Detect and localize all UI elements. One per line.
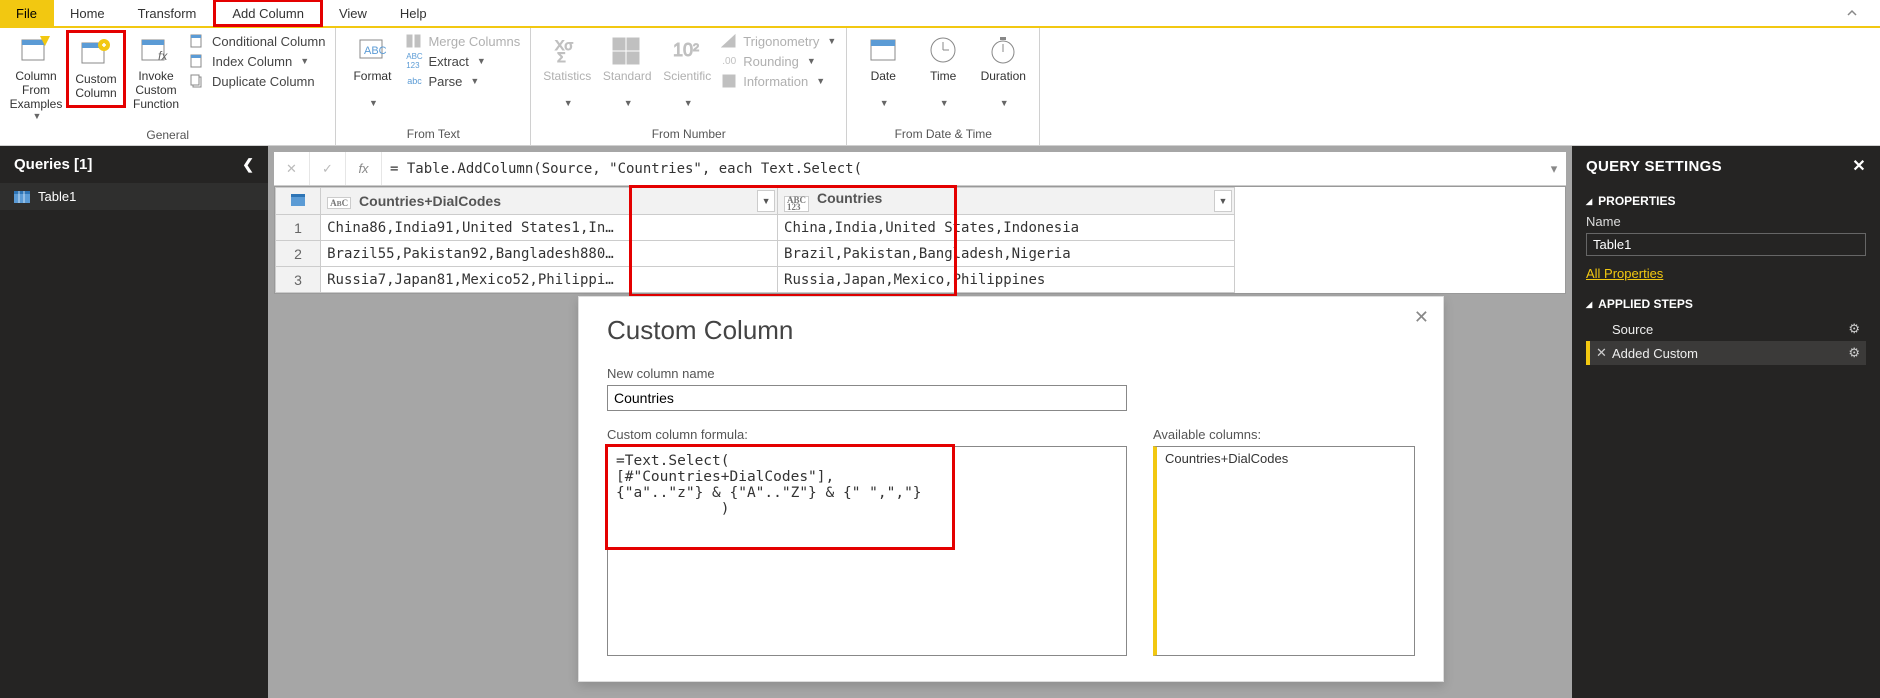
scientific-icon: 10² [671,34,703,66]
custom-column-dialog: ✕ Custom Column New column name Custom c… [578,296,1444,682]
column-from-examples-label: Column From Examples [8,70,64,111]
delete-step-icon[interactable]: ✕ [1596,345,1607,361]
custom-column-label: Custom Column [75,73,116,101]
conditional-column-button[interactable]: Conditional Column [188,32,327,50]
new-column-name-label: New column name [607,366,1415,381]
table-row[interactable]: 2 Brazil55,Pakistan92,Bangladesh880… Bra… [276,241,1235,267]
group-label-from-text: From Text [342,125,524,145]
tab-add-column[interactable]: Add Column [213,0,323,27]
type-text-icon: ABC [327,197,351,209]
standard-icon [611,34,643,66]
query-settings-close-button[interactable]: ✕ [1852,156,1866,176]
all-properties-link[interactable]: All Properties [1586,266,1663,281]
parse-icon: abc [406,73,422,89]
formula-fx-button[interactable]: fx [346,152,382,185]
tab-home[interactable]: Home [54,0,122,26]
duration-button[interactable]: Duration▼ [973,30,1033,112]
information-button: Information▼ [719,72,838,90]
date-icon [867,34,899,66]
available-columns-label: Available columns: [1153,427,1415,442]
column-from-examples-icon [20,34,52,66]
duration-icon [987,34,1019,66]
applied-steps-title: APPLIED STEPS [1598,297,1693,311]
merge-columns-icon [406,33,422,49]
tab-help[interactable]: Help [384,0,444,26]
svg-text:ABC: ABC [364,45,387,57]
gear-icon[interactable]: ⚙ [1848,345,1860,361]
query-item-label: Table1 [38,189,76,204]
grid-corner[interactable] [276,188,321,215]
custom-column-button[interactable]: Custom Column [66,30,126,108]
applied-step-added-custom[interactable]: ✕ Added Custom ⚙ [1586,341,1866,365]
query-settings-title: QUERY SETTINGS [1586,158,1722,175]
available-columns-list[interactable]: Countries+DialCodes [1153,446,1415,656]
queries-collapse-button[interactable]: ❮ [242,156,254,173]
tab-view[interactable]: View [323,0,384,26]
custom-formula-input[interactable]: =Text.Select( [#"Countries+DialCodes"], … [607,446,1127,656]
ribbon-collapse-toggle[interactable] [1829,0,1880,26]
merge-columns-button: Merge Columns [404,32,522,50]
table-row[interactable]: 3 Russia7,Japan81,Mexico52,Philippi… Rus… [276,267,1235,293]
gear-icon[interactable]: ⚙ [1848,321,1860,337]
custom-formula-label: Custom column formula: [607,427,1127,442]
tab-transform[interactable]: Transform [122,0,214,26]
dialog-close-button[interactable]: ✕ [1414,307,1429,328]
trigonometry-icon [721,33,737,49]
tab-file[interactable]: File [0,0,54,26]
date-button[interactable]: Date▼ [853,30,913,112]
invoke-custom-function-label: Invoke Custom Function [128,70,184,111]
svg-text:10²: 10² [673,40,699,60]
rounding-icon: .00 [721,53,737,69]
extract-icon: ABC123 [406,53,422,69]
duplicate-column-icon [190,73,206,89]
column-from-examples-button[interactable]: Column From Examples▼ [6,30,66,126]
statistics-button: XσΣ Statistics▼ [537,30,597,112]
svg-text:fx: fx [158,49,168,63]
trigonometry-button: Trigonometry▼ [719,32,838,50]
index-column-button[interactable]: Index Column▼ [188,52,327,70]
properties-section-title: PROPERTIES [1598,194,1675,208]
type-any-icon: ABC123 [784,196,809,212]
formula-expand-button[interactable]: ▾ [1542,161,1566,177]
query-name-input[interactable] [1586,233,1866,256]
index-column-icon [190,53,206,69]
available-column-item[interactable]: Countries+DialCodes [1165,451,1406,466]
extract-button[interactable]: ABC123 Extract▼ [404,52,522,70]
query-item-table1[interactable]: Table1 [0,183,268,210]
time-button[interactable]: Time▼ [913,30,973,112]
format-button[interactable]: ABC Format▼ [342,30,402,112]
duplicate-column-button[interactable]: Duplicate Column [188,72,327,90]
rounding-button: .00 Rounding▼ [719,52,838,70]
queries-panel-title: Queries [1] [14,156,92,173]
invoke-custom-function-icon: fx [140,34,172,66]
dialog-title: Custom Column [607,315,1415,346]
column-header-countries[interactable]: ABC123 Countries ▼ [778,188,1235,215]
statistics-icon: XσΣ [551,34,583,66]
standard-button: Standard▼ [597,30,657,112]
format-icon: ABC [356,34,388,66]
new-column-name-input[interactable] [607,385,1127,411]
column-header-countries-dialcodes[interactable]: ABC Countries+DialCodes ▼ [321,188,778,215]
group-label-from-datetime: From Date & Time [853,125,1033,145]
column-filter-dropdown[interactable]: ▼ [757,190,775,212]
custom-column-icon [80,37,112,69]
group-label-general: General [6,126,329,146]
column-filter-dropdown[interactable]: ▼ [1214,190,1232,212]
name-label: Name [1586,214,1866,229]
svg-text:Σ: Σ [557,49,566,65]
conditional-column-icon [190,33,206,49]
formula-cancel-button[interactable]: ✕ [274,152,310,185]
information-icon [721,73,737,89]
applied-step-source[interactable]: Source ⚙ [1586,317,1866,341]
invoke-custom-function-button[interactable]: fx Invoke Custom Function [126,30,186,115]
formula-bar-input[interactable] [382,152,1542,185]
time-icon [927,34,959,66]
table-icon [14,191,30,203]
formula-commit-button[interactable]: ✓ [310,152,346,185]
table-row[interactable]: 1 China86,India91,United States1,In… Chi… [276,215,1235,241]
parse-button[interactable]: abc Parse▼ [404,72,522,90]
scientific-button: 10² Scientific▼ [657,30,717,112]
group-label-from-number: From Number [537,125,840,145]
